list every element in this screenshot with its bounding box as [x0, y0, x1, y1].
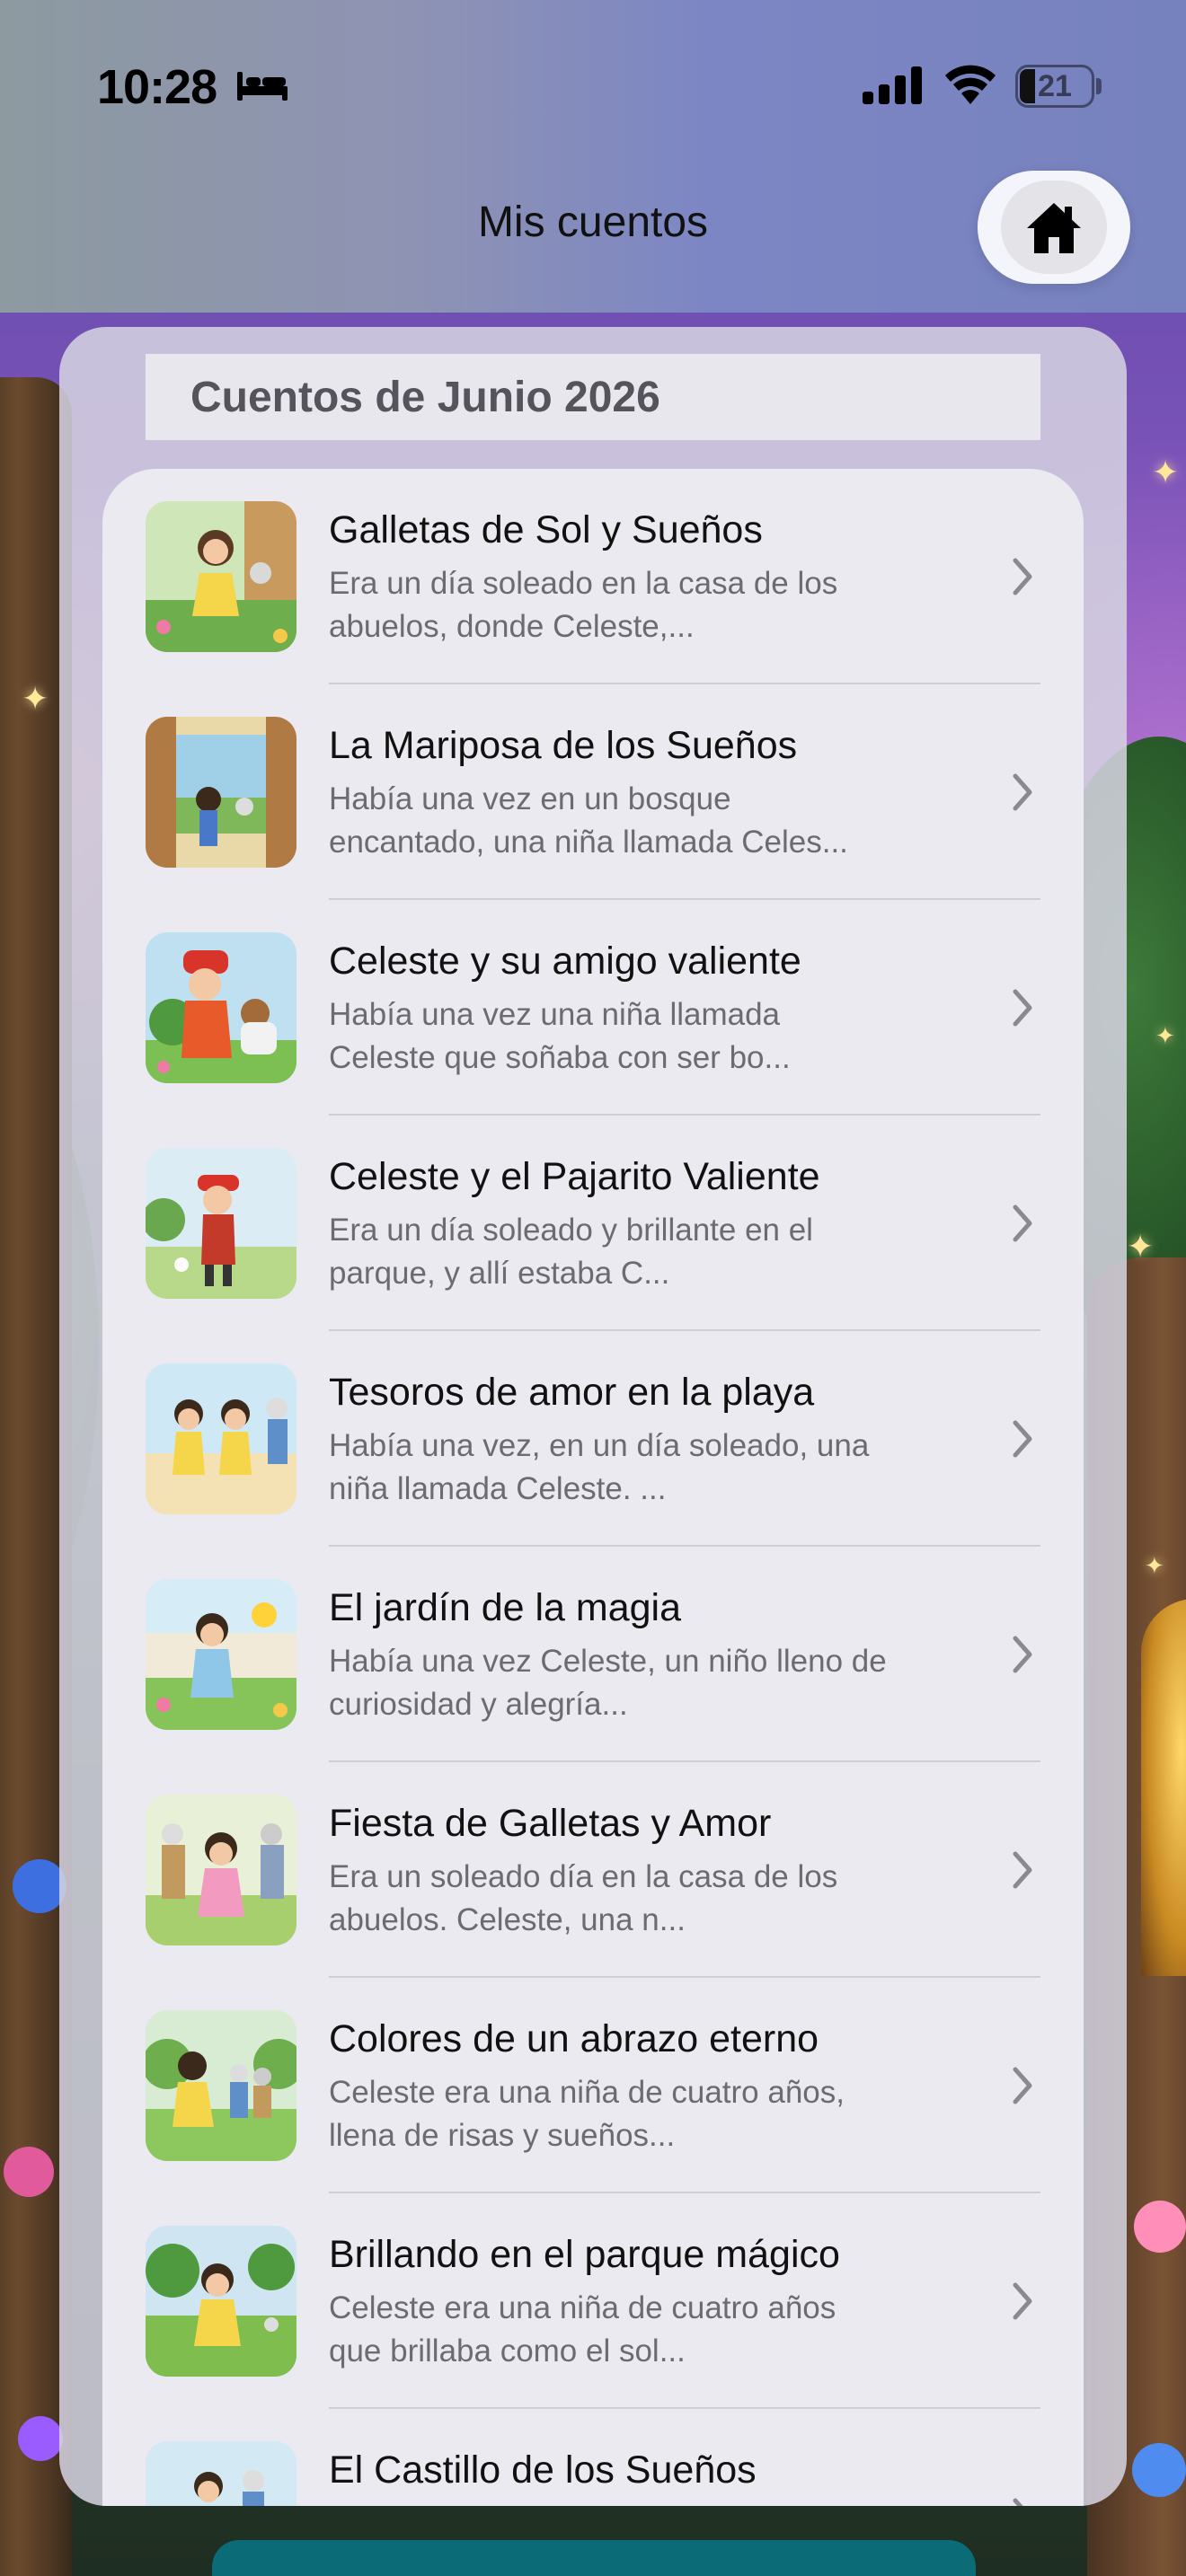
- section-header: Cuentos de Junio 2026: [146, 354, 1040, 440]
- story-description: Era un día soleado en la casa de los abue…: [329, 566, 838, 644]
- chevron-right-icon: [1013, 1851, 1032, 1889]
- story-title: Colores de un abrazo eterno: [329, 2017, 819, 2060]
- story-description: Era un día soleado y brillante en el parq…: [329, 1213, 813, 1291]
- story-row[interactable]: La Mariposa de los Sueños Había una vez …: [102, 684, 1084, 900]
- story-thumbnail: [146, 2441, 296, 2506]
- flower-decoration: [13, 1859, 66, 1913]
- chevron-right-icon: [1013, 2498, 1023, 2506]
- cellular-signal-icon: [863, 66, 922, 104]
- story-row[interactable]: Colores de un abrazo eterno Celeste era …: [102, 1978, 1084, 2193]
- story-description: Celeste era una niña de cuatro años, llen…: [329, 2075, 845, 2153]
- story-thumbnail: [146, 932, 296, 1083]
- wifi-icon: [945, 65, 996, 104]
- story-title: Tesoros de amor en la playa: [329, 1371, 815, 1414]
- sparkle-icon: ✦: [1127, 1228, 1155, 1265]
- sparkle-icon: ✦: [22, 680, 49, 717]
- flower-decoration: [1134, 2201, 1186, 2253]
- story-thumbnail: [146, 1363, 296, 1514]
- story-thumbnail: [146, 2226, 296, 2377]
- chevron-right-icon: [1013, 558, 1032, 595]
- chevron-right-icon: [1013, 1420, 1032, 1458]
- story-title: Brillando en el parque mágico: [329, 2233, 840, 2276]
- battery-level: 21: [1038, 68, 1072, 103]
- status-time: 10:28: [97, 60, 217, 114]
- stories-list[interactable]: Galletas de Sol y Sueños Era un día sole…: [102, 469, 1084, 2506]
- story-description: Era un soleado día en la casa de los abue…: [329, 1859, 838, 1937]
- story-thumbnail: [146, 1795, 296, 1945]
- story-row[interactable]: Galletas de Sol y Sueños Era un día sole…: [102, 469, 1084, 684]
- story-title: Celeste y su amigo valiente: [329, 940, 801, 983]
- chevron-right-icon: [1013, 773, 1032, 811]
- navigation-header: 10:28 21 Mis cuentos: [0, 0, 1186, 313]
- chevron-right-icon: [1013, 2067, 1032, 2104]
- story-row[interactable]: El jardín de la magia Había una vez Cele…: [102, 1547, 1084, 1762]
- story-description: Había una vez, en un día soleado, una niñ…: [329, 1428, 870, 1506]
- battery-icon: 21: [1015, 65, 1102, 108]
- story-title: Celeste y el Pajarito Valiente: [329, 1155, 820, 1198]
- story-row[interactable]: Celeste y su amigo valiente Había una ve…: [102, 900, 1084, 1116]
- story-row[interactable]: Celeste y el Pajarito Valiente Era un dí…: [102, 1116, 1084, 1331]
- story-description: Había una vez en un bosque encantado, una…: [329, 781, 848, 860]
- story-row[interactable]: El Castillo de los Sueños: [102, 2409, 1084, 2506]
- story-description: Había una vez una niña llamada Celeste qu…: [329, 997, 791, 1075]
- story-title: Galletas de Sol y Sueños: [329, 508, 763, 551]
- flower-decoration: [1132, 2443, 1186, 2497]
- flower-decoration: [18, 2416, 63, 2461]
- story-title: El Castillo de los Sueños: [329, 2448, 757, 2492]
- story-row[interactable]: Brillando en el parque mágico Celeste er…: [102, 2193, 1084, 2409]
- chevron-right-icon: [1013, 1636, 1032, 1673]
- story-title: La Mariposa de los Sueños: [329, 724, 798, 767]
- story-thumbnail: [146, 1148, 296, 1299]
- story-thumbnail: [146, 2010, 296, 2161]
- chevron-right-icon: [1013, 989, 1032, 1027]
- home-button[interactable]: [978, 171, 1130, 284]
- story-description: Celeste era una niña de cuatro años que b…: [329, 2290, 836, 2369]
- story-title: Fiesta de Galletas y Amor: [329, 1802, 772, 1845]
- home-icon: [1027, 203, 1081, 253]
- chevron-right-icon: [1013, 1204, 1032, 1242]
- status-bar: 10:28 21: [0, 0, 1186, 171]
- stories-panel: Cuentos de Junio 2026 Galletas de Sol y …: [59, 327, 1127, 2506]
- story-description: Había una vez Celeste, un niño lleno de c…: [329, 1644, 887, 1722]
- story-thumbnail: [146, 501, 296, 652]
- sparkle-icon: ✦: [1145, 1552, 1164, 1579]
- sparkle-icon: ✦: [1152, 454, 1180, 490]
- story-thumbnail: [146, 1579, 296, 1730]
- sparkle-icon: ✦: [1155, 1022, 1175, 1049]
- bottom-action-bar[interactable]: [212, 2540, 976, 2576]
- chevron-right-icon: [1013, 2282, 1032, 2320]
- glowing-door-decoration: [1141, 1599, 1186, 1976]
- story-row[interactable]: Fiesta de Galletas y Amor Era un soleado…: [102, 1762, 1084, 1978]
- story-thumbnail: [146, 717, 296, 868]
- flower-decoration: [4, 2147, 54, 2197]
- story-row[interactable]: Tesoros de amor en la playa Había una ve…: [102, 1331, 1084, 1547]
- story-title: El jardín de la magia: [329, 1586, 681, 1629]
- bed-icon: [237, 72, 288, 101]
